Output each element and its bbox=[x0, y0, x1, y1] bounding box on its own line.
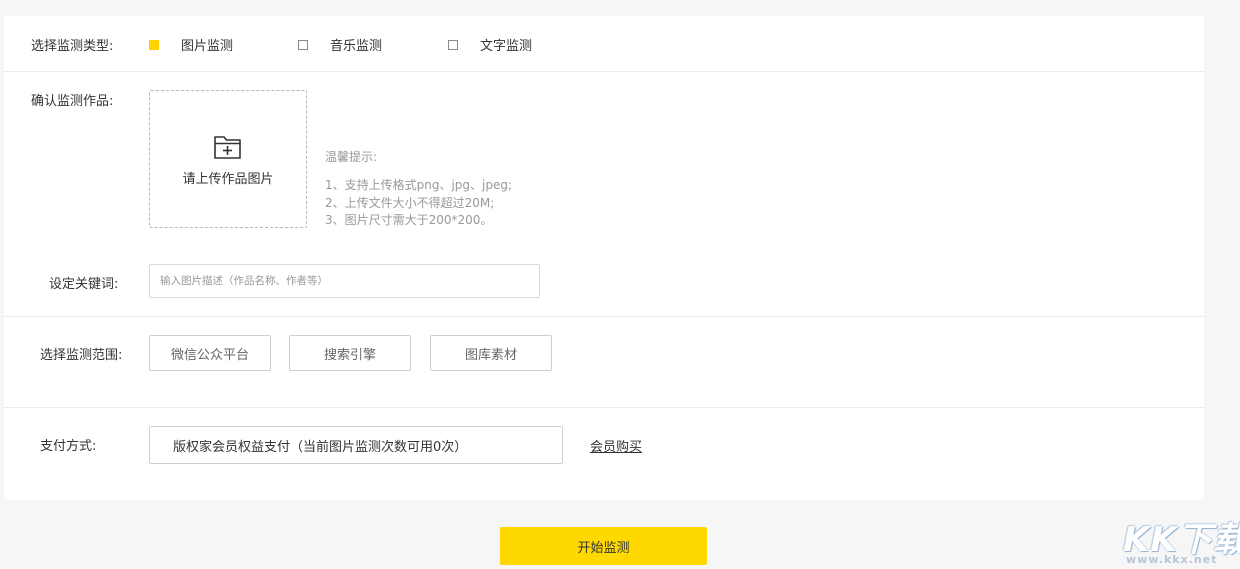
monitor-scope-label: 选择监测范围: bbox=[40, 348, 123, 363]
scope-button-wechat[interactable]: 微信公众平台 bbox=[149, 335, 271, 371]
checkbox-icon[interactable] bbox=[298, 39, 308, 50]
keyword-input[interactable] bbox=[149, 264, 540, 298]
start-monitor-button[interactable]: 开始监测 bbox=[500, 527, 707, 565]
folder-plus-icon bbox=[214, 136, 241, 159]
divider bbox=[4, 71, 1204, 72]
payment-method-label: 支付方式: bbox=[40, 439, 97, 454]
type-option-label: 图片监测 bbox=[181, 39, 234, 54]
payment-method-option[interactable]: 版权家会员权益支付（当前图片监测次数可用0次） bbox=[149, 426, 563, 464]
watermark-url-text: www.kkx.net bbox=[1126, 553, 1218, 566]
upload-dropzone[interactable]: 请上传作品图片 bbox=[149, 90, 307, 228]
checkbox-checked-icon[interactable] bbox=[149, 39, 159, 50]
tip-item: 2、上传文件大小不得超过20M; bbox=[325, 196, 495, 210]
monitor-type-label: 选择监测类型: bbox=[31, 39, 114, 54]
confirm-work-label: 确认监测作品: bbox=[31, 94, 114, 109]
scope-button-search-engine[interactable]: 搜索引擎 bbox=[289, 335, 411, 371]
tip-item: 1、支持上传格式png、jpg、jpeg; bbox=[325, 178, 513, 192]
type-option-text[interactable]: 文字监测 bbox=[448, 35, 532, 54]
tip-item: 3、图片尺寸需大于200*200。 bbox=[325, 213, 493, 227]
divider bbox=[4, 407, 1204, 408]
member-purchase-link[interactable]: 会员购买 bbox=[590, 436, 642, 455]
type-option-image[interactable]: 图片监测 bbox=[149, 35, 233, 54]
type-option-music[interactable]: 音乐监测 bbox=[298, 35, 382, 54]
checkbox-icon[interactable] bbox=[448, 39, 458, 50]
divider bbox=[4, 316, 1204, 317]
upload-prompt-text: 请上传作品图片 bbox=[182, 172, 274, 187]
type-option-label: 文字监测 bbox=[480, 39, 533, 54]
tips-title: 温馨提示: bbox=[325, 150, 378, 164]
kkx-watermark-logo: KK下载 www.kkx.net bbox=[1120, 510, 1240, 568]
scope-button-stock-library[interactable]: 图库素材 bbox=[430, 335, 552, 371]
keyword-label: 设定关键词: bbox=[49, 277, 119, 292]
type-option-label: 音乐监测 bbox=[330, 39, 383, 54]
